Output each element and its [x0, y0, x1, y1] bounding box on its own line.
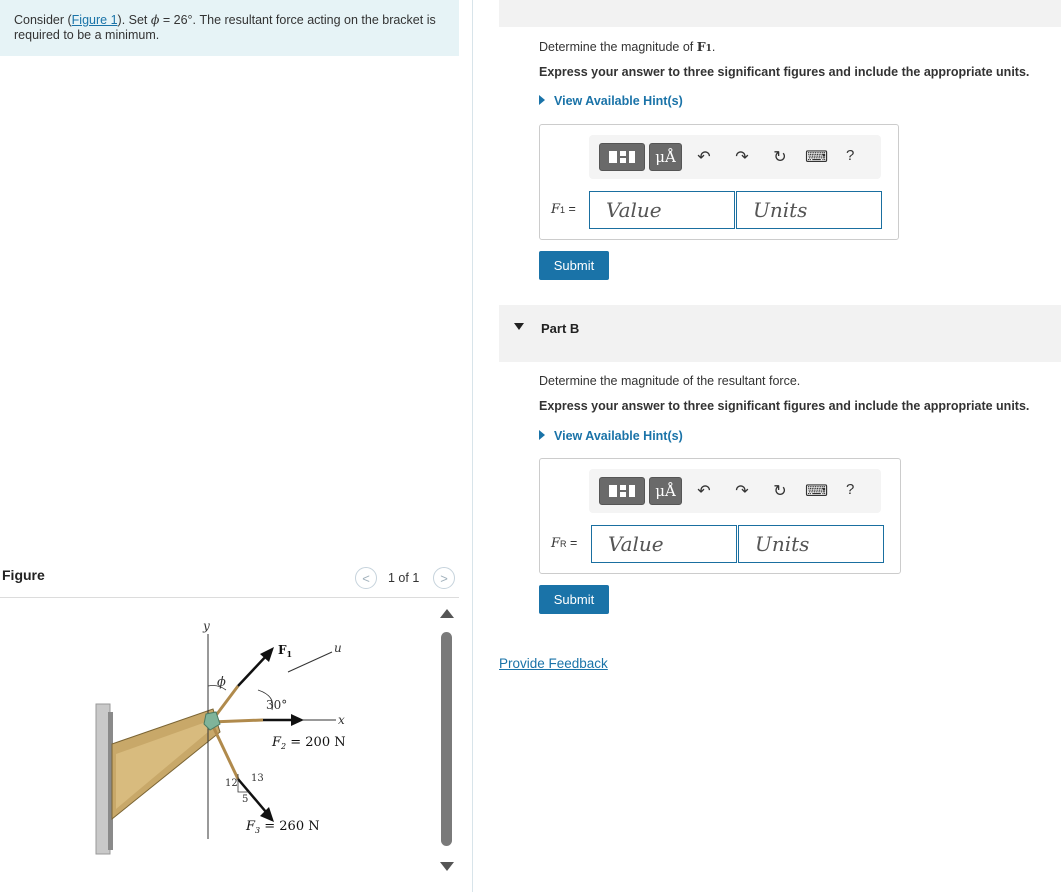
redo-icon[interactable]: ↷ [732, 147, 752, 167]
redo-icon[interactable]: ↷ [732, 481, 752, 501]
figure-link[interactable]: Figure 1 [72, 13, 118, 27]
reset-icon[interactable]: ↻ [770, 481, 790, 501]
provide-feedback-link[interactable]: Provide Feedback [499, 656, 608, 671]
part-a-hint-link[interactable]: View Available Hint(s) [539, 94, 683, 108]
part-b-math-toolbar: μÅ ↶ ↷ ↻ ⌨ ? [589, 469, 881, 513]
f1-arrow-shaft [237, 653, 269, 687]
part-b-question: Determine the magnitude of the resultant… [539, 374, 801, 388]
part-a-question: Determine the magnitude of F1. [539, 39, 716, 54]
part-b-submit-button[interactable]: Submit [539, 585, 609, 614]
part-a-units-input[interactable]: Units [736, 191, 882, 229]
part-b-answer-box: μÅ ↶ ↷ ↻ ⌨ ? FR = Value Units [539, 458, 901, 574]
figure-counter: 1 of 1 [388, 571, 420, 585]
part-a-answer-box: μÅ ↶ ↷ ↻ ⌨ ? F1 = Value Units [539, 124, 899, 240]
column-divider [472, 0, 473, 892]
left-panel: Consider (Figure 1). Set ϕ = 26°. The re… [0, 0, 472, 892]
units-button[interactable]: μÅ [649, 143, 682, 171]
f1-var-label: F1 = [551, 202, 576, 217]
part-a-instruction: Express your answer to three significant… [539, 65, 1030, 79]
keyboard-icon[interactable]: ⌨ [805, 481, 828, 501]
part-a-submit-button[interactable]: Submit [539, 251, 609, 280]
y-axis-label: y [202, 619, 210, 633]
keyboard-icon[interactable]: ⌨ [805, 147, 828, 167]
f1-label: F1 [278, 643, 292, 659]
part-a-header [499, 0, 1061, 27]
caret-down-icon[interactable] [514, 323, 524, 330]
u-axis [287, 651, 333, 673]
figure-next-button[interactable]: > [433, 567, 455, 589]
part-b-header[interactable] [499, 305, 1061, 362]
reset-icon[interactable]: ↻ [770, 147, 790, 167]
caret-right-icon [539, 95, 545, 105]
units-button[interactable]: μÅ [649, 477, 682, 505]
scroll-up-arrow[interactable] [440, 609, 454, 618]
part-b-title[interactable]: Part B [541, 321, 579, 336]
part-b-instruction: Express your answer to three significant… [539, 399, 1030, 413]
undo-icon[interactable]: ↶ [694, 147, 714, 167]
phi-label: ϕ [217, 675, 226, 690]
u-axis-label: u [334, 641, 342, 655]
problem-statement: Consider (Figure 1). Set ϕ = 26°. The re… [0, 0, 459, 56]
rope-f3 [209, 721, 240, 780]
part-a-value-input[interactable]: Value [589, 191, 735, 229]
template-button[interactable] [599, 477, 645, 505]
slope-13-label: 13 [251, 773, 264, 784]
help-icon[interactable]: ? [846, 147, 854, 164]
undo-icon[interactable]: ↶ [694, 481, 714, 501]
slope-12-label: 12 [225, 778, 238, 789]
wall [95, 703, 111, 855]
problem-text: Consider (Figure 1). Set ϕ = 26°. The re… [14, 12, 454, 43]
template-icon [609, 151, 635, 163]
figure-divider [0, 597, 459, 598]
x-axis-label: x [338, 713, 345, 727]
chevron-right-icon: > [440, 570, 448, 586]
f2-label: F2 = 200 N [271, 735, 346, 751]
template-icon [609, 485, 635, 497]
template-button[interactable] [599, 143, 645, 171]
part-b-value-input[interactable]: Value [591, 525, 737, 563]
intro-text-2: ). Set [117, 13, 151, 27]
chevron-left-icon: < [362, 570, 370, 586]
intro-text-1: Consider ( [14, 13, 72, 27]
part-b-hint-link[interactable]: View Available Hint(s) [539, 429, 683, 443]
caret-right-icon [539, 430, 545, 440]
figure-prev-button[interactable]: < [355, 567, 377, 589]
scrollbar-thumb[interactable] [441, 632, 452, 846]
fr-var-label: FR = [551, 536, 578, 551]
f2-arrowhead [291, 714, 304, 726]
angle-label: 30° [266, 698, 287, 712]
part-b-units-input[interactable]: Units [738, 525, 884, 563]
bracket-force-diagram: y x u F1 ϕ 30° F2 = 200 N F3 = 260 N 12 [95, 619, 346, 855]
slope-5-label: 5 [242, 794, 248, 805]
figure-title: Figure [2, 567, 45, 583]
help-icon[interactable]: ? [846, 481, 854, 498]
part-a-math-toolbar: μÅ ↶ ↷ ↻ ⌨ ? [589, 135, 881, 179]
f3-label: F3 = 260 N [245, 819, 320, 835]
scroll-down-arrow[interactable] [440, 862, 454, 871]
